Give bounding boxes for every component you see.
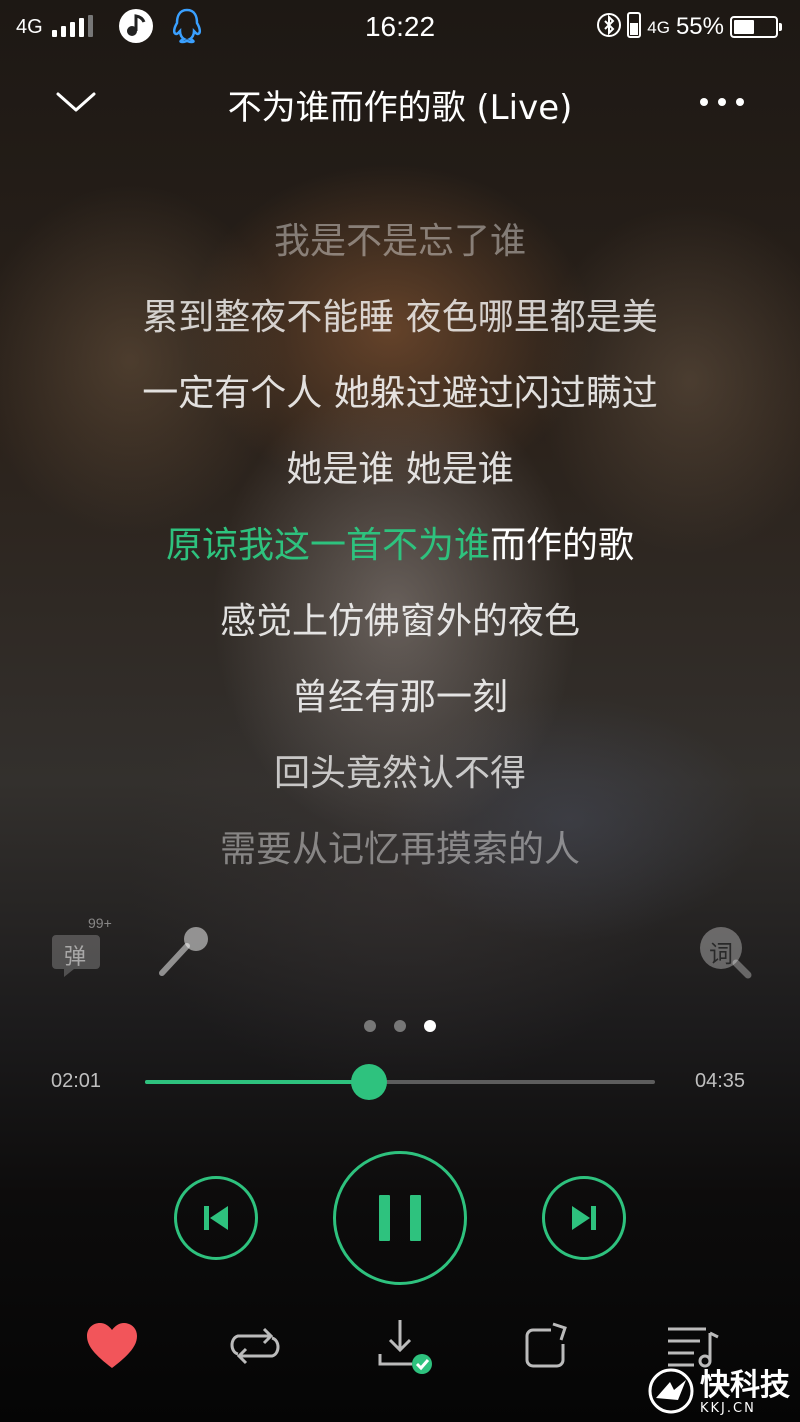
lyrics-panel[interactable]: 我是不是忘了谁 累到整夜不能睡 夜色哪里都是美 一定有个人 她躲过避过闪过瞒过 …	[0, 150, 800, 910]
lyric-line: 曾经有那一刻	[291, 677, 508, 718]
download-button[interactable]	[370, 1314, 436, 1376]
danmaku-count-badge: 99+	[88, 915, 112, 931]
danmaku-button[interactable]: 弹 99+	[52, 915, 122, 981]
lyric-tools-row: 弹 99+ 词	[0, 915, 800, 985]
more-button[interactable]	[690, 80, 754, 124]
page-dot	[394, 1020, 406, 1032]
repeat-mode-button[interactable]	[222, 1318, 288, 1374]
page-dot	[424, 1020, 436, 1032]
previous-button[interactable]	[174, 1176, 258, 1260]
bluetooth-icon	[597, 11, 622, 44]
lyric-line: 回头竟然认不得	[273, 753, 526, 794]
share-button[interactable]	[514, 1318, 578, 1374]
watermark: 快科技 KKJ.CN	[648, 1368, 790, 1418]
battery-level	[734, 20, 755, 34]
lyric-search-label: 词	[709, 940, 733, 968]
player-header: 不为谁而作的歌 (Live)	[0, 70, 800, 136]
lyric-line: 感觉上仿佛窗外的夜色	[219, 601, 580, 642]
lyric-line: 她是谁 她是谁	[286, 449, 514, 490]
page-indicator	[0, 1020, 800, 1032]
seek-bar-fill	[145, 1080, 370, 1084]
current-lyric-line: 原谅我这一首不为谁而作的歌	[0, 516, 800, 568]
elapsed-time: 02:01	[51, 1070, 102, 1092]
danmaku-label: 弹	[64, 945, 87, 970]
lyric-line: 累到整夜不能睡 夜色哪里都是美	[142, 297, 658, 338]
like-button[interactable]	[80, 1318, 144, 1374]
heart-icon	[87, 1323, 137, 1368]
playlist-button[interactable]	[660, 1318, 724, 1374]
lyric-search-button[interactable]: 词	[694, 921, 754, 981]
status-bar: 4G 16:22 4G 55%	[0, 0, 800, 52]
phone-icon	[627, 11, 642, 43]
page-dot	[364, 1020, 376, 1032]
pause-button[interactable]	[333, 1151, 467, 1285]
watermark-text: 快科技	[700, 1367, 790, 1403]
more-icon	[700, 98, 744, 106]
network-type-secondary: 4G	[647, 17, 670, 37]
watermark-domain: KKJ.CN	[700, 1400, 756, 1416]
next-icon	[572, 1206, 596, 1230]
lyric-line: 一定有个人 她躲过避过闪过瞒过	[142, 373, 658, 414]
current-lyric-sung: 原谅我这一首不为谁	[165, 525, 490, 566]
lyric-line: 需要从记忆再摸索的人	[219, 829, 580, 870]
karaoke-button[interactable]	[156, 921, 216, 981]
pause-icon	[379, 1195, 421, 1241]
previous-icon	[204, 1206, 228, 1230]
playlist-icon	[668, 1327, 719, 1368]
battery-percent: 55%	[675, 13, 724, 40]
chevron-down-icon	[56, 92, 96, 112]
battery-icon	[730, 16, 782, 38]
repeat-icon	[230, 1327, 280, 1365]
playback-progress: 02:01 04:35	[0, 1060, 800, 1104]
collapse-button[interactable]	[48, 76, 104, 126]
duration-time: 04:35	[695, 1070, 746, 1092]
lyric-line: 我是不是忘了谁	[273, 221, 526, 262]
seek-handle[interactable]	[351, 1064, 388, 1100]
next-button[interactable]	[542, 1176, 626, 1260]
download-done-icon	[378, 1320, 432, 1374]
share-icon	[525, 1322, 567, 1368]
song-title: 不为谁而作的歌 (Live)	[227, 88, 573, 128]
microphone-icon	[159, 927, 208, 976]
seek-bar[interactable]	[145, 1064, 655, 1100]
watermark-logo	[648, 1368, 694, 1418]
lyric-line-faded-top	[0, 158, 800, 184]
current-lyric-rest: 而作的歌	[490, 525, 635, 566]
